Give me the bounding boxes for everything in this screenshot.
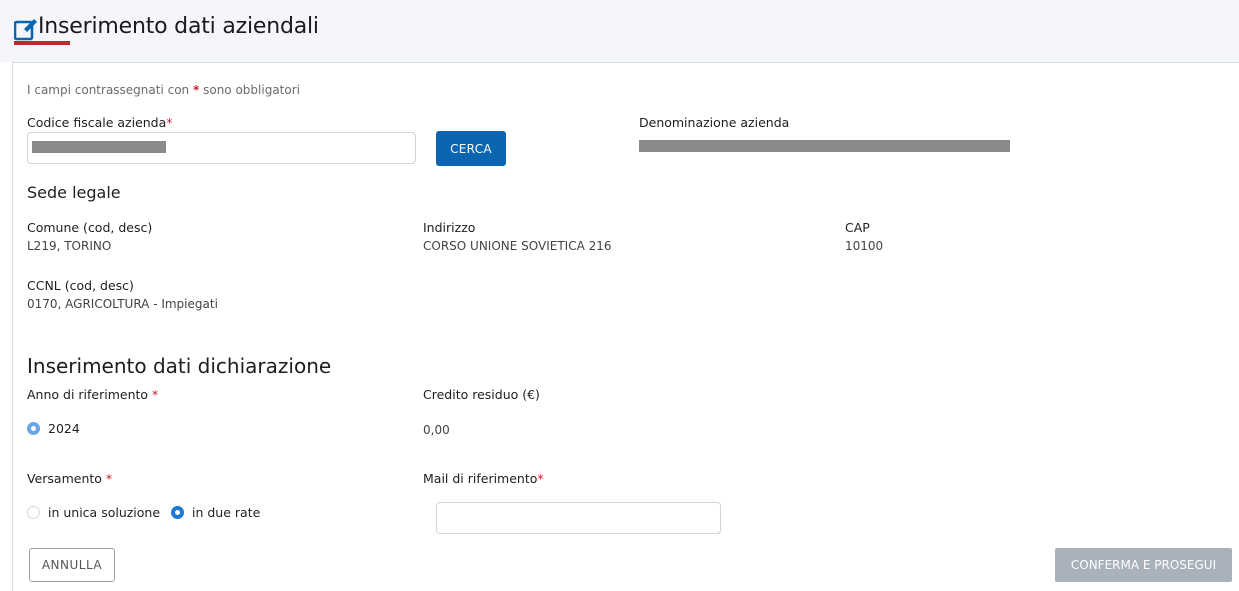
denominazione-label: Denominazione azienda [639, 115, 790, 130]
annulla-button[interactable]: ANNULLA [29, 548, 115, 582]
required-marker: * [105, 471, 113, 486]
codice-fiscale-input[interactable] [27, 132, 416, 164]
denominazione-value-redacted [639, 140, 1010, 152]
conferma-e-prosegui-button[interactable]: CONFERMA E PROSEGUI [1055, 548, 1232, 582]
mail-label-text: Mail di riferimento [423, 471, 538, 486]
radio-selected-icon[interactable] [171, 506, 184, 519]
cap-value: 10100 [845, 239, 884, 253]
required-note-prefix: I campi contrassegnati con [27, 83, 190, 97]
required-note: I campi contrassegnati con * sono obblig… [27, 83, 300, 97]
page-header: Inserimento dati aziendali [0, 0, 1239, 62]
title-underline [14, 41, 70, 45]
comune-value: L219, TORINO [27, 239, 112, 253]
redacted-value [32, 141, 166, 153]
codice-fiscale-label: Codice fiscale azienda* [27, 115, 173, 130]
versamento-option-due-rate-label: in due rate [192, 505, 261, 520]
credito-label: Credito residuo (€) [423, 387, 540, 402]
required-note-suffix: sono obbligatori [203, 83, 300, 97]
credito-value: 0,00 [423, 423, 450, 437]
required-marker: * [152, 387, 159, 402]
versamento-radio-due-rate[interactable]: in due rate [171, 505, 260, 520]
versamento-label: Versamento * [27, 471, 112, 486]
cerca-button[interactable]: CERCA [436, 131, 506, 166]
versamento-label-text: Versamento [27, 471, 102, 486]
indirizzo-value: CORSO UNIONE SOVIETICA 216 [423, 239, 612, 253]
indirizzo-label: Indirizzo [423, 220, 476, 235]
anno-label-text: Anno di riferimento [27, 387, 149, 402]
comune-label: Comune (cod, desc) [27, 220, 153, 235]
required-star: * [193, 83, 200, 97]
edit-icon [14, 19, 37, 41]
versamento-radio-unica[interactable]: in unica soluzione [27, 505, 160, 520]
cap-label: CAP [845, 220, 870, 235]
anno-label: Anno di riferimento * [27, 387, 158, 402]
anno-radio-2024[interactable]: 2024 [27, 421, 80, 436]
sede-legale-heading: Sede legale [27, 183, 121, 202]
dichiarazione-heading: Inserimento dati dichiarazione [27, 354, 332, 378]
codice-fiscale-label-text: Codice fiscale azienda [27, 115, 167, 130]
ccnl-label: CCNL (cod, desc) [27, 278, 134, 293]
required-marker: * [537, 471, 544, 486]
ccnl-value: 0170, AGRICOLTURA - Impiegati [27, 297, 218, 311]
radio-unselected-icon[interactable] [27, 506, 40, 519]
required-marker: * [166, 115, 173, 130]
mail-input[interactable] [436, 502, 721, 534]
page-title: Inserimento dati aziendali [38, 14, 319, 39]
mail-label: Mail di riferimento* [423, 471, 544, 486]
versamento-option-unica-label: in unica soluzione [48, 505, 161, 520]
anno-option-label: 2024 [48, 421, 80, 436]
radio-selected-icon[interactable] [27, 422, 40, 435]
